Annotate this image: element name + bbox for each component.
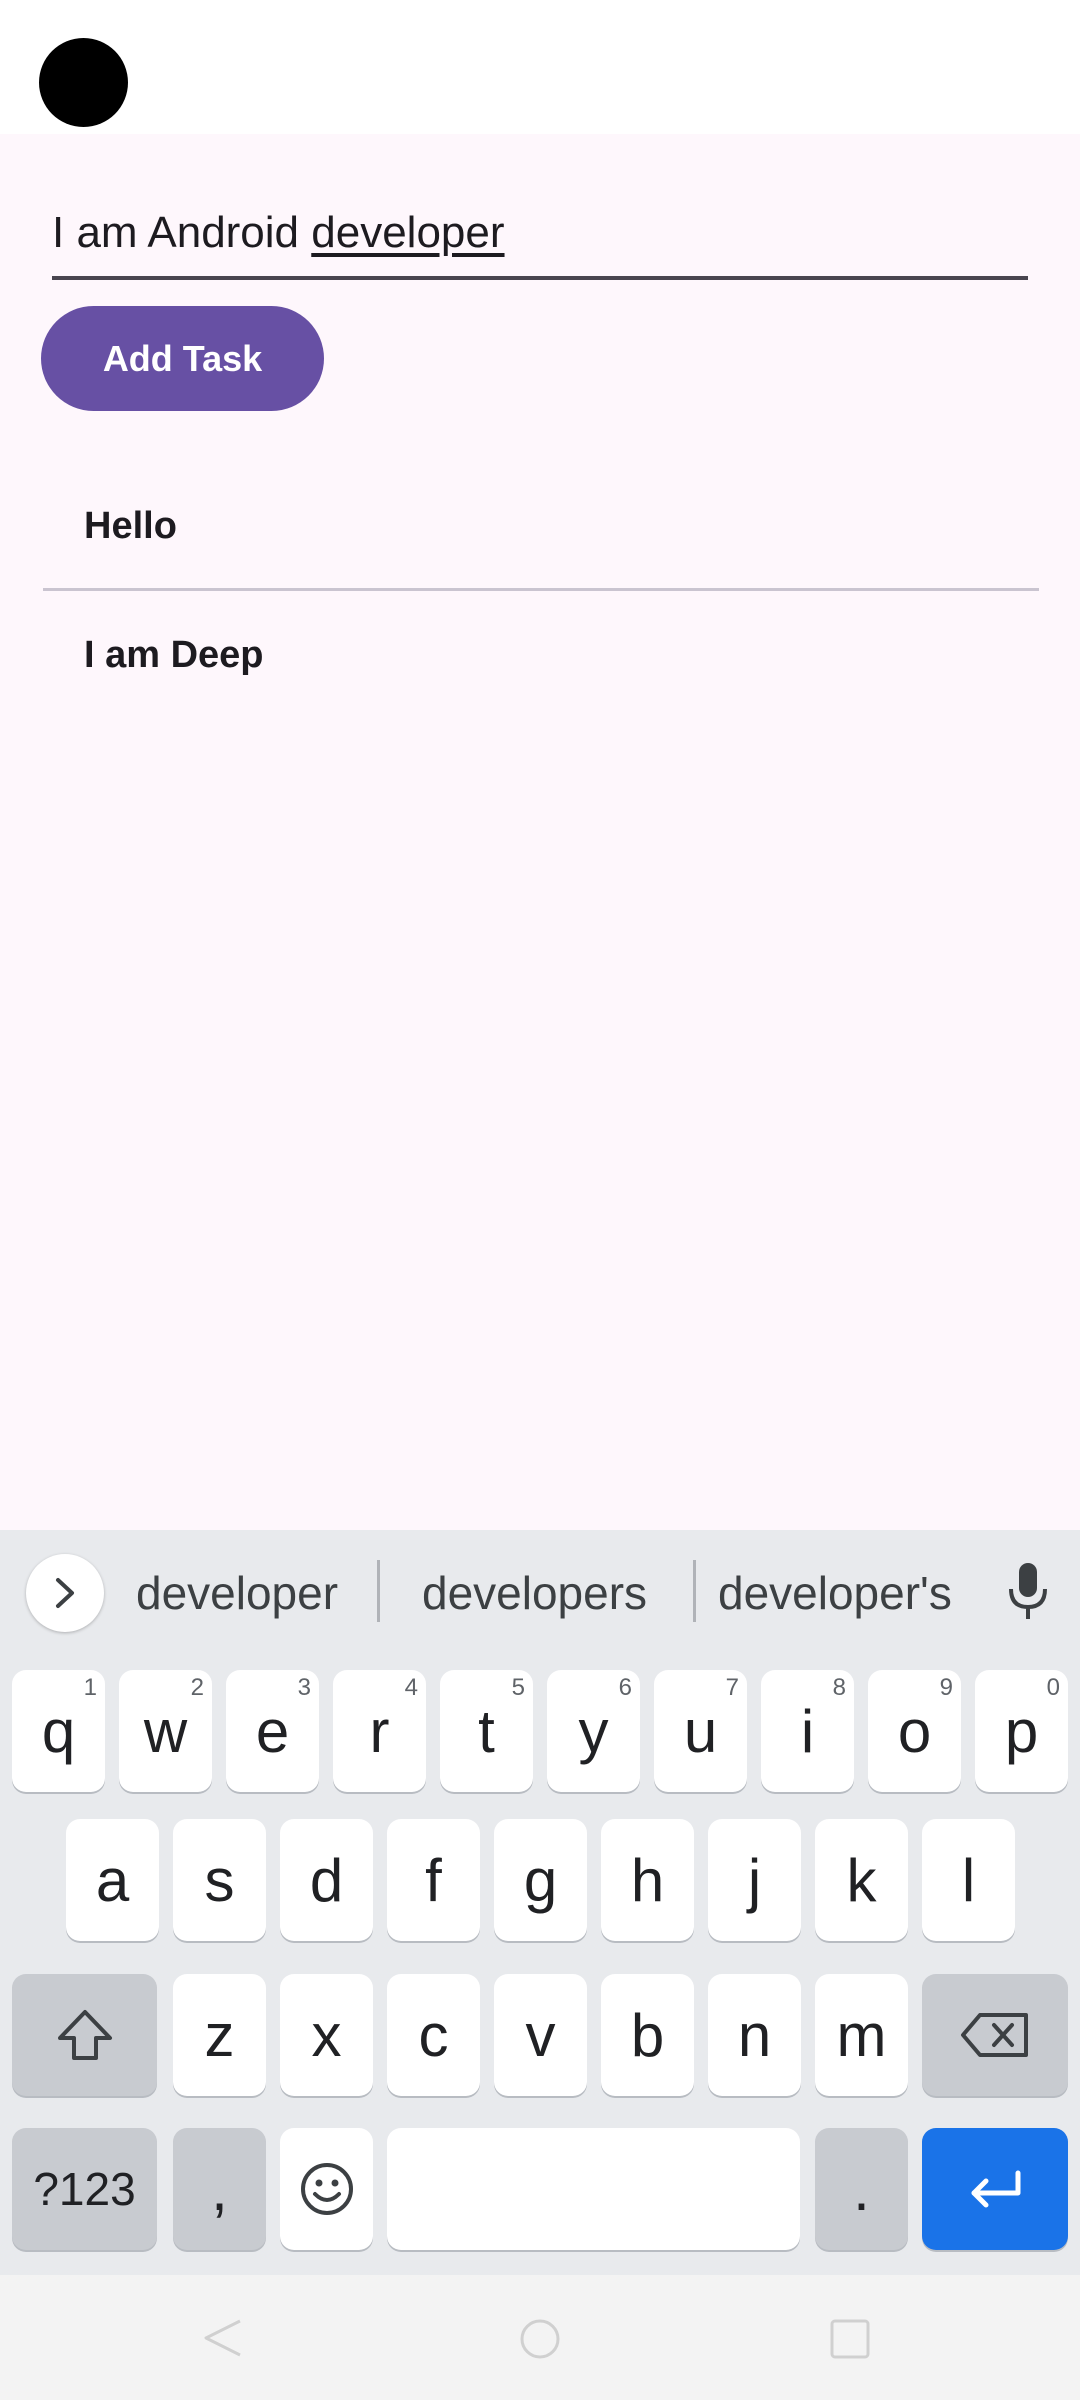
- suggestion-separator: [377, 1560, 380, 1622]
- expand-toolbar-button[interactable]: [26, 1554, 104, 1632]
- suggestion-strip: developer developers developer's: [0, 1530, 1080, 1658]
- key-h[interactable]: h: [601, 1819, 694, 1941]
- add-task-button[interactable]: Add Task: [41, 306, 324, 411]
- enter-arrow-icon: [971, 2170, 1021, 2208]
- emoji-key[interactable]: [280, 2128, 373, 2250]
- key-f[interactable]: f: [387, 1819, 480, 1941]
- key-r[interactable]: r4: [333, 1670, 426, 1792]
- key-o[interactable]: o9: [868, 1670, 961, 1792]
- key-g[interactable]: g: [494, 1819, 587, 1941]
- navigation-bar: [0, 2275, 1080, 2400]
- key-q[interactable]: q1: [12, 1670, 105, 1792]
- key-b[interactable]: b: [601, 1974, 694, 2096]
- suggestion-1[interactable]: developer: [136, 1566, 338, 1620]
- key-l[interactable]: l: [922, 1819, 1015, 1941]
- key-p[interactable]: p0: [975, 1670, 1068, 1792]
- backspace-key[interactable]: [922, 1974, 1068, 2096]
- symbols-key[interactable]: ?123: [12, 2128, 157, 2250]
- key-s[interactable]: s: [173, 1819, 266, 1941]
- home-icon[interactable]: [518, 2317, 562, 2361]
- shift-arrow-icon: [57, 2010, 112, 2060]
- soft-keyboard: developer developers developer's q1 w2 e…: [0, 1530, 1080, 2275]
- camera-cutout: [39, 38, 128, 127]
- suggestion-separator: [693, 1560, 696, 1622]
- space-key[interactable]: [387, 2128, 800, 2250]
- key-t[interactable]: t5: [440, 1670, 533, 1792]
- task-divider: [43, 588, 1039, 591]
- task-input-committed-text: I am Android: [52, 208, 312, 257]
- key-m[interactable]: m: [815, 1974, 908, 2096]
- key-k[interactable]: k: [815, 1819, 908, 1941]
- backspace-icon: [961, 2013, 1028, 2057]
- key-x[interactable]: x: [280, 1974, 373, 2096]
- task-item[interactable]: Hello: [84, 505, 177, 548]
- recents-icon[interactable]: [828, 2317, 872, 2361]
- period-key[interactable]: .: [815, 2128, 908, 2250]
- suggestion-3[interactable]: developer's: [718, 1566, 952, 1620]
- key-w[interactable]: w2: [119, 1670, 212, 1792]
- key-y[interactable]: y6: [547, 1670, 640, 1792]
- task-input-composing-text: developer: [311, 208, 505, 257]
- key-e[interactable]: e3: [226, 1670, 319, 1792]
- key-d[interactable]: d: [280, 1819, 373, 1941]
- key-z[interactable]: z: [173, 1974, 266, 2096]
- microphone-icon[interactable]: [1003, 1561, 1053, 1623]
- key-i[interactable]: i8: [761, 1670, 854, 1792]
- back-icon[interactable]: [200, 2315, 246, 2361]
- suggestion-2[interactable]: developers: [422, 1566, 647, 1620]
- key-v[interactable]: v: [494, 1974, 587, 2096]
- shift-key[interactable]: [12, 1974, 157, 2096]
- status-bar: [0, 0, 1080, 134]
- emoji-icon: [300, 2163, 353, 2215]
- enter-key[interactable]: [922, 2128, 1068, 2250]
- key-j[interactable]: j: [708, 1819, 801, 1941]
- task-input-text: I am Android developer: [52, 208, 505, 258]
- chevron-right-icon: [56, 1578, 74, 1608]
- key-n[interactable]: n: [708, 1974, 801, 2096]
- key-u[interactable]: u7: [654, 1670, 747, 1792]
- key-c[interactable]: c: [387, 1974, 480, 2096]
- task-item[interactable]: I am Deep: [84, 634, 264, 677]
- key-a[interactable]: a: [66, 1819, 159, 1941]
- task-input-field[interactable]: I am Android developer: [52, 190, 1028, 280]
- comma-key[interactable]: ,: [173, 2128, 266, 2250]
